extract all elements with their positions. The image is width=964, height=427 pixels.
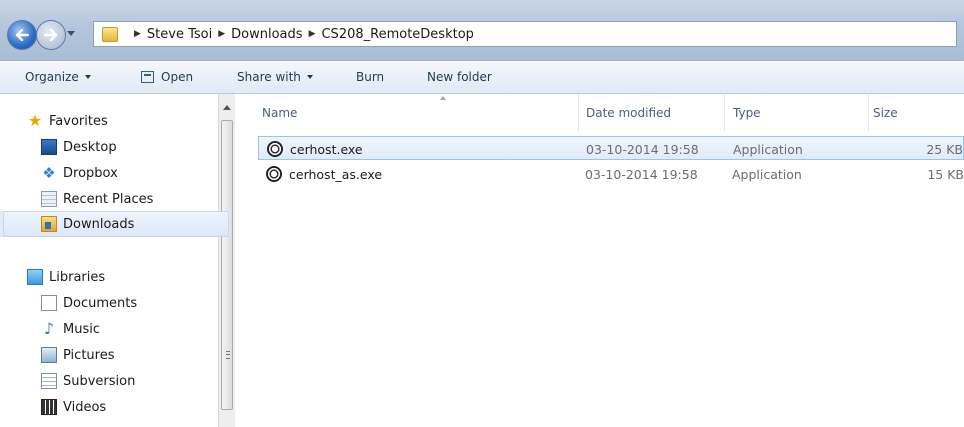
nav-item-favorites[interactable]: ★ Favorites [0, 108, 230, 134]
nav-label: Downloads [63, 216, 135, 232]
column-divider[interactable] [724, 94, 725, 132]
breadcrumb-item-current-folder[interactable]: CS208_RemoteDesktop [321, 27, 473, 42]
open-icon [141, 71, 154, 83]
documents-icon [41, 295, 57, 311]
column-divider[interactable] [578, 94, 579, 132]
scroll-up-icon[interactable] [223, 105, 231, 110]
file-size: 25 KB [926, 141, 963, 157]
dropbox-icon: ❖ [42, 164, 56, 182]
column-divider[interactable] [868, 94, 869, 132]
file-date: 03-10-2014 19:58 [585, 166, 698, 182]
desktop-icon [41, 139, 57, 155]
nav-label: Recent Places [63, 191, 154, 207]
chevron-right-icon[interactable]: ▶ [134, 29, 141, 39]
nav-label: Dropbox [63, 165, 118, 181]
nav-item-videos[interactable]: Videos [0, 394, 230, 420]
file-type: Application [733, 141, 803, 157]
nav-item-dropbox[interactable]: ❖ Dropbox [0, 160, 230, 186]
navigation-scrollbar[interactable] [218, 94, 235, 427]
column-label: Name [262, 106, 298, 120]
nav-item-downloads[interactable]: Downloads [0, 211, 230, 237]
organize-label: Organize [25, 70, 79, 84]
back-arrow-icon [15, 29, 29, 41]
column-header-date-modified[interactable]: Date modified [586, 94, 726, 132]
chevron-down-icon [84, 75, 91, 79]
libraries-icon [27, 269, 43, 285]
video-film-icon [41, 399, 57, 415]
nav-label: Subversion [63, 373, 136, 389]
nav-item-music[interactable]: ♪ Music [0, 316, 230, 342]
share-with-label: Share with [237, 70, 301, 84]
command-bar: Organize Open Share with Burn New folder [0, 61, 964, 94]
nav-item-desktop[interactable]: Desktop [0, 134, 230, 160]
column-label: Date modified [586, 106, 672, 120]
back-button[interactable] [7, 20, 37, 50]
application-icon [267, 141, 283, 157]
organize-button[interactable]: Organize [25, 70, 91, 84]
column-header-name[interactable]: Name [262, 94, 576, 132]
subversion-icon [41, 373, 57, 389]
folder-icon [102, 26, 118, 42]
file-name-cell[interactable]: cerhost.exe [267, 137, 363, 161]
open-label: Open [161, 70, 194, 84]
forward-arrow-icon [44, 29, 58, 41]
grip-icon [226, 351, 230, 359]
chevron-right-icon[interactable]: ▶ [309, 29, 316, 39]
new-folder-button[interactable]: New folder [427, 70, 492, 84]
navigation-pane: ★ Favorites Desktop ❖ Dropbox Recent Pla… [0, 94, 230, 427]
file-row[interactable]: cerhost_as.exe 03-10-2014 19:58 Applicat… [258, 162, 964, 186]
nav-label: Music [63, 321, 100, 337]
burn-button[interactable]: Burn [356, 70, 384, 84]
nav-item-subversion[interactable]: Subversion [0, 368, 230, 394]
column-label: Type [733, 106, 761, 120]
forward-button[interactable] [36, 20, 66, 50]
file-type: Application [732, 166, 802, 182]
chevron-down-icon [306, 75, 313, 79]
file-date: 03-10-2014 19:58 [586, 141, 699, 157]
nav-label: Favorites [49, 113, 108, 129]
file-name: cerhost_as.exe [289, 166, 383, 182]
file-list: Name Date modified Type Size cerhost.exe… [236, 94, 964, 427]
scrollbar-thumb[interactable] [221, 120, 233, 410]
music-note-icon: ♪ [43, 319, 55, 338]
nav-item-recent-places[interactable]: Recent Places [0, 186, 230, 212]
pictures-icon [41, 347, 57, 363]
recent-places-icon [41, 191, 57, 207]
column-header-type[interactable]: Type [733, 94, 873, 132]
nav-label: Pictures [63, 347, 115, 363]
breadcrumb-item-downloads[interactable]: Downloads [231, 27, 302, 42]
star-icon: ★ [27, 111, 43, 130]
nav-label: Desktop [63, 139, 117, 155]
open-button[interactable]: Open [141, 70, 193, 84]
file-name: cerhost.exe [290, 141, 363, 157]
nav-item-pictures[interactable]: Pictures [0, 342, 230, 368]
address-bar-row: ▶ Steve Tsoi ▶ Downloads ▶ CS208_RemoteD… [0, 0, 964, 61]
sort-ascending-icon [440, 96, 446, 100]
column-header-size[interactable]: Size [873, 94, 953, 132]
file-row[interactable]: cerhost.exe 03-10-2014 19:58 Application… [258, 136, 964, 160]
application-icon [266, 166, 282, 182]
nav-label: Documents [63, 295, 138, 311]
downloads-folder-icon [41, 216, 57, 232]
nav-item-documents[interactable]: Documents [0, 290, 230, 316]
chevron-right-icon[interactable]: ▶ [218, 29, 225, 39]
nav-label: Libraries [49, 269, 106, 285]
nav-item-libraries[interactable]: Libraries [0, 264, 230, 290]
file-size: 15 KB [927, 166, 964, 182]
nav-label: Videos [63, 399, 107, 415]
share-with-button[interactable]: Share with [237, 70, 313, 84]
column-label: Size [873, 106, 898, 120]
file-name-cell[interactable]: cerhost_as.exe [266, 162, 382, 186]
recent-locations-dropdown[interactable] [67, 31, 75, 36]
new-folder-label: New folder [427, 70, 492, 84]
breadcrumb[interactable]: ▶ Steve Tsoi ▶ Downloads ▶ CS208_RemoteD… [93, 21, 957, 47]
breadcrumb-item-user[interactable]: Steve Tsoi [147, 27, 212, 42]
burn-label: Burn [356, 70, 385, 84]
